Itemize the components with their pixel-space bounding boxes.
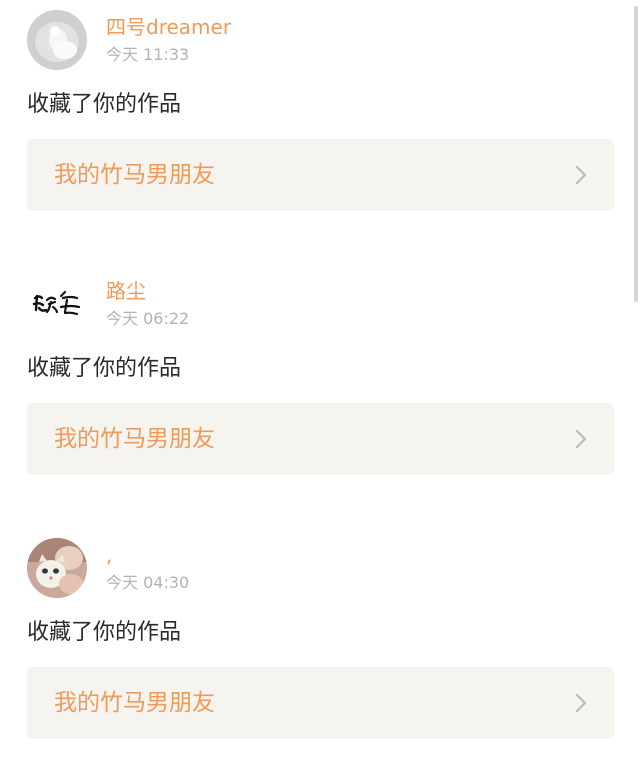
- cat-photo-avatar-icon[interactable]: [27, 538, 87, 598]
- work-link-button[interactable]: 我的竹马男朋友: [27, 403, 614, 475]
- chevron-right-icon: [574, 692, 588, 714]
- notification-feed[interactable]: 四号dreamer 今天 11:33 收藏了你的作品 我的竹马男朋友 路尘 今天…: [0, 0, 640, 762]
- action-text: 收藏了你的作品: [27, 356, 182, 381]
- work-title: 我的竹马男朋友: [54, 690, 215, 716]
- action-text: 收藏了你的作品: [27, 620, 182, 645]
- work-link-button[interactable]: 我的竹马男朋友: [27, 139, 614, 211]
- notification-card: , 今天 04:30 收藏了你的作品 我的竹马男朋友: [0, 528, 640, 756]
- timestamp: 今天 11:33: [106, 45, 190, 64]
- calligraphy-avatar-icon[interactable]: [27, 274, 87, 334]
- white-figure-avatar-icon[interactable]: [27, 10, 87, 70]
- action-text: 收藏了你的作品: [27, 92, 182, 117]
- work-title: 我的竹马男朋友: [54, 162, 215, 188]
- user-name[interactable]: 四号dreamer: [106, 14, 231, 40]
- timestamp: 今天 06:22: [106, 309, 190, 328]
- chevron-right-icon: [574, 428, 588, 450]
- card-separator: [0, 228, 640, 264]
- work-link-button[interactable]: 我的竹马男朋友: [27, 667, 614, 739]
- work-title: 我的竹马男朋友: [54, 426, 215, 452]
- user-name[interactable]: ,: [106, 542, 112, 568]
- notification-card: 四号dreamer 今天 11:33 收藏了你的作品 我的竹马男朋友: [0, 0, 640, 228]
- user-name[interactable]: 路尘: [106, 278, 146, 304]
- timestamp: 今天 04:30: [106, 573, 190, 592]
- chevron-right-icon: [574, 164, 588, 186]
- card-separator: [0, 492, 640, 528]
- scrollbar[interactable]: [634, 6, 638, 302]
- notification-card: 路尘 今天 06:22 收藏了你的作品 我的竹马男朋友: [0, 264, 640, 492]
